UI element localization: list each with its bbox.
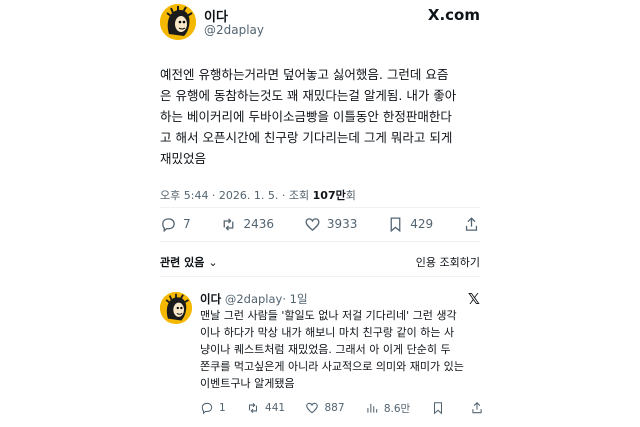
like-button[interactable]: 3933 <box>304 216 358 233</box>
reply-author-avatar[interactable] <box>160 292 192 324</box>
reply-text-line: 맨날 그런 사람들 '할일도 없나 저걸 기다리네' 그런 생각 <box>200 309 457 322</box>
avatar-cartoon-icon <box>160 4 196 40</box>
view-suffix: 회 <box>345 189 356 202</box>
related-filter[interactable]: 관련 있음 ⌄ <box>160 254 218 270</box>
chevron-down-icon: ⌄ <box>208 256 218 269</box>
like-count: 3933 <box>326 217 358 231</box>
reply-view-count: 8.6만 <box>383 402 411 415</box>
share-icon <box>472 402 482 414</box>
repost-icon <box>224 217 234 231</box>
reply-text-line: 냥이나 퀘스트처럼 재밌었음. 그래서 아 이게 단순히 두 <box>200 343 451 356</box>
bookmark-count: 429 <box>410 217 434 231</box>
post-text-line: 예전엔 유행하는거라면 덮어놓고 싫어했음. 그런데 요즘 <box>160 67 449 82</box>
reply-reply-button[interactable]: 1 <box>200 401 226 415</box>
reply-repost-button[interactable]: 441 <box>246 401 285 415</box>
share-icon <box>465 216 478 231</box>
x-logo[interactable]: X.com <box>428 6 480 24</box>
reply-like-count: 887 <box>324 402 345 414</box>
reply-text-line: 쫀쿠를 먹고싶은게 아니라 사교적으로 의미와 재미가 있는 <box>200 360 464 373</box>
reply-icon <box>162 217 175 232</box>
x-logo-icon[interactable]: 𝕏 <box>468 290 480 308</box>
bookmark-button[interactable]: 429 <box>387 216 433 233</box>
reply-author-handle[interactable]: @2daplay <box>225 292 283 306</box>
heart-icon <box>305 217 320 231</box>
view-count: 107만 <box>312 189 346 202</box>
author-handle[interactable]: @2daplay <box>204 23 264 37</box>
reply-button[interactable]: 7 <box>160 216 191 233</box>
related-label: 관련 있음 <box>160 256 205 269</box>
repost-button[interactable]: 2436 <box>220 216 274 233</box>
reply-action-bar: 1 441 887 8.6만 <box>200 397 484 419</box>
reply-like-button[interactable]: 887 <box>305 401 345 415</box>
quote-views-link[interactable]: 인용 조회하기 <box>416 254 480 270</box>
reply-text-line: 이벤트구나 알게됐음 <box>200 377 295 390</box>
post-text-line: 은 유행에 동참하는것도 꽤 재밌다는걸 알게됨. 내가 좋아 <box>160 88 457 103</box>
reply-count: 7 <box>183 217 191 231</box>
divider <box>160 207 480 208</box>
share-button[interactable] <box>463 216 480 233</box>
reply-views-button[interactable]: 8.6만 <box>365 401 410 416</box>
reply-repost-count: 441 <box>265 402 286 414</box>
post-timestamp[interactable]: 오후 5:44 · 2026. 1. 5. · 조회 <box>160 189 313 202</box>
repost-count: 2436 <box>243 217 275 231</box>
post-text: 예전엔 유행하는거라면 덮어놓고 싫어했음. 그런데 요즘 은 유행에 동참하는… <box>160 64 488 169</box>
avatar-cartoon-icon <box>160 292 192 324</box>
reply-author-name[interactable]: 이다 <box>200 292 221 306</box>
reply-text: 맨날 그런 사람들 '할일도 없나 저걸 기다리네' 그런 생각 이나 하다가 … <box>200 307 484 392</box>
views-icon <box>367 403 378 413</box>
reply-time[interactable]: · 1일 <box>282 292 307 306</box>
reply-reply-count: 1 <box>219 402 226 414</box>
post-text-line: 하는 베이커리에 두바이소금빵을 이틀동안 한정판매한다 <box>160 109 452 124</box>
reply-icon <box>201 402 213 415</box>
post-text-line: 재밌었음 <box>160 151 207 166</box>
reply-bookmark-button[interactable] <box>431 401 450 415</box>
divider <box>160 276 480 277</box>
post-text-line: 고 해서 오픈시간에 친구랑 기다리는데 그게 뭐라고 되게 <box>160 130 453 145</box>
bookmark-icon <box>433 402 442 415</box>
post-meta: 오후 5:44 · 2026. 1. 5. · 조회 107만회 <box>160 187 356 203</box>
action-bar: 7 2436 3933 429 <box>160 213 480 235</box>
reply-header: 이다 @2daplay· 1일 <box>200 291 308 307</box>
bookmark-icon <box>390 216 401 232</box>
post-card: 이다 @2daplay X.com 예전엔 유행하는거라면 덮어놓고 싫어했음.… <box>150 0 490 427</box>
repost-icon <box>249 402 258 414</box>
heart-icon <box>306 402 319 414</box>
author-avatar[interactable] <box>160 4 196 40</box>
divider <box>160 241 480 242</box>
brand-label: X.com <box>427 6 480 24</box>
reply-share-button[interactable] <box>470 401 484 415</box>
reply-text-line: 이나 하다가 막상 내가 해보니 마치 친구랑 같이 하는 사 <box>200 326 455 339</box>
